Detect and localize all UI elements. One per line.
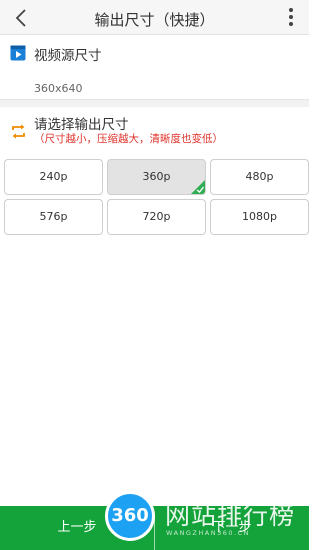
- more-menu-button[interactable]: [287, 8, 295, 28]
- resolution-option-1080p[interactable]: 1080p: [210, 199, 309, 235]
- section-divider: [0, 99, 309, 107]
- page-title: 输出尺寸（快捷）: [94, 11, 215, 29]
- resolution-option-720p[interactable]: 720p: [107, 199, 206, 235]
- resolution-option-576p[interactable]: 576p: [4, 199, 103, 235]
- source-size-value: 360x640: [34, 82, 83, 95]
- source-size-header: 视频源尺寸: [0, 36, 309, 70]
- watermark-logo: 360: [105, 491, 155, 541]
- video-icon: [10, 45, 26, 61]
- output-size-label: 请选择输出尺寸: [34, 117, 129, 133]
- more-vert-icon: [289, 8, 293, 12]
- watermark-text: 网站排行榜: [165, 501, 296, 530]
- convert-icon: [12, 124, 25, 139]
- output-size-hint: （尺寸越小，压缩越大，清晰度也变低）: [34, 133, 223, 145]
- output-size-header: 请选择输出尺寸 （尺寸越小，压缩越大，清晰度也变低）: [0, 107, 309, 157]
- resolution-option-360p[interactable]: 360p: [107, 159, 206, 195]
- top-app-bar: 输出尺寸（快捷）: [0, 0, 309, 35]
- source-size-label: 视频源尺寸: [34, 48, 102, 64]
- selected-check-icon: [191, 180, 205, 194]
- resolution-option-240p[interactable]: 240p: [4, 159, 103, 195]
- resolution-option-label: 360p: [142, 170, 171, 183]
- resolution-option-480p[interactable]: 480p: [210, 159, 309, 195]
- watermark-subtext: WANGZHAN360.CN: [166, 529, 250, 537]
